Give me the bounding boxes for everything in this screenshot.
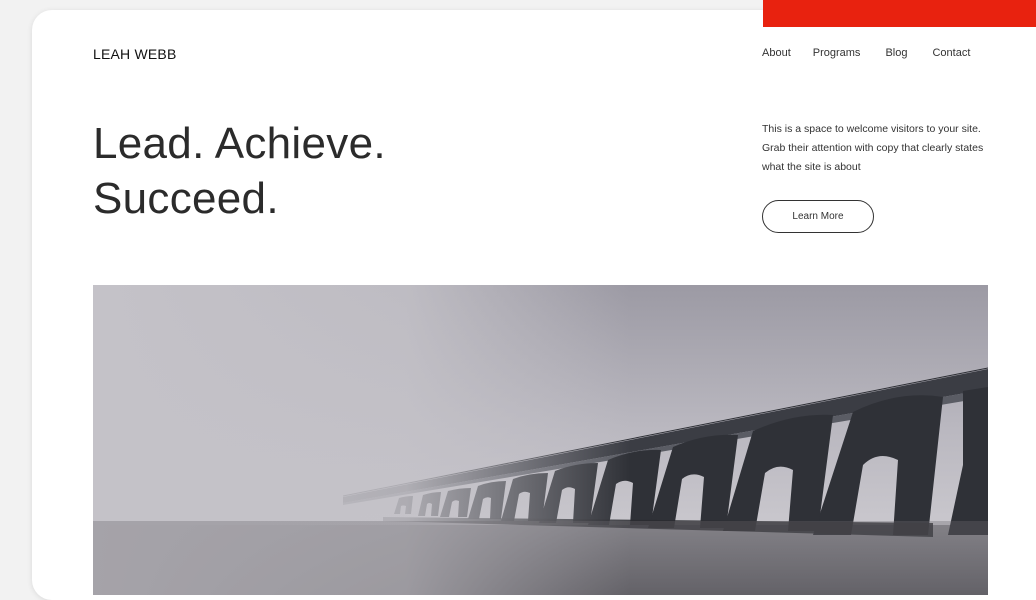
hero-image-bridge [93,285,988,595]
main-nav: About Programs Blog Contact [762,47,970,59]
website-preview-card: LEAH WEBB About Programs Blog Contact Le… [32,10,1036,600]
headline-line-1: Lead. Achieve. [93,119,386,168]
red-accent-tab [763,0,1036,27]
headline-line-2: Succeed. [93,174,279,223]
nav-blog[interactable]: Blog [885,47,907,59]
hero-headline: Lead. Achieve. Succeed. [93,116,386,226]
nav-programs[interactable]: Programs [813,47,861,59]
nav-about[interactable]: About [762,47,791,59]
nav-contact[interactable]: Contact [932,47,970,59]
site-logo[interactable]: LEAH WEBB [93,46,177,62]
learn-more-button[interactable]: Learn More [762,200,874,233]
hero-description: This is a space to welcome visitors to y… [762,123,984,173]
